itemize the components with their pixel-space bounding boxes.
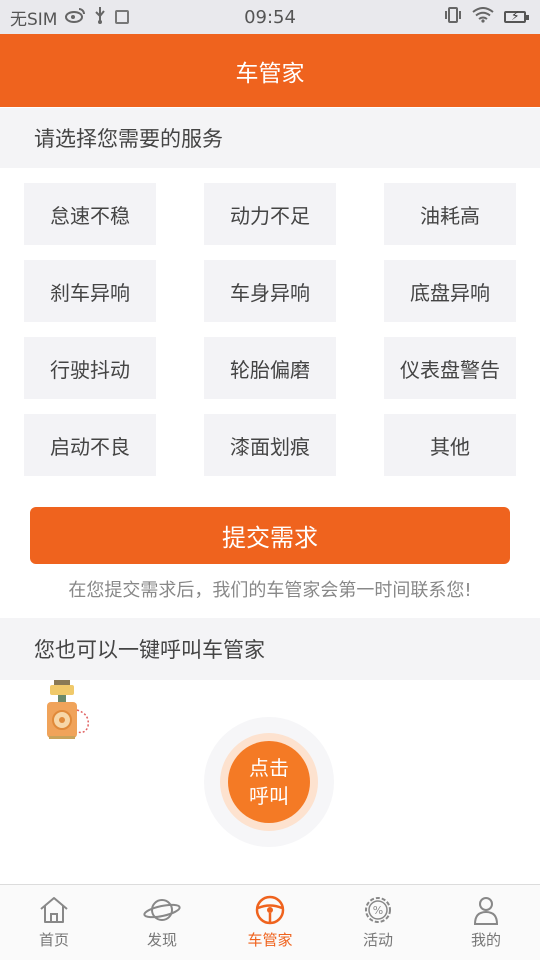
- submit-request-button[interactable]: 提交需求: [30, 507, 510, 564]
- tab-home-label: 首页: [38, 931, 69, 949]
- tab-me[interactable]: 我的: [432, 885, 540, 960]
- service-option[interactable]: 启动不良: [24, 414, 156, 476]
- status-right: ⚡: [444, 0, 529, 34]
- service-option[interactable]: 仪表盘警告: [384, 337, 516, 399]
- service-option[interactable]: 漆面划痕: [204, 414, 336, 476]
- services-section-title: 请选择您需要的服务: [0, 108, 540, 168]
- tab-discover-label: 发现: [146, 931, 177, 949]
- service-option[interactable]: 动力不足: [204, 183, 336, 245]
- tab-activities-label: 活动: [362, 931, 393, 949]
- app-header: 车管家: [0, 34, 540, 107]
- tab-me-label: 我的: [470, 931, 501, 949]
- steering-wheel-icon: [255, 895, 285, 925]
- home-icon: [40, 897, 68, 923]
- call-section-title: 您也可以一键呼叫车管家: [0, 618, 540, 680]
- tab-home[interactable]: 首页: [0, 885, 108, 960]
- planet-icon: [143, 899, 181, 921]
- tab-discover[interactable]: 发现: [108, 885, 216, 960]
- vibrate-icon: [444, 7, 462, 27]
- bottom-tab-bar: 首页 发现 车管家 % 活动 我的: [0, 884, 540, 960]
- service-option[interactable]: 轮胎偏磨: [204, 337, 336, 399]
- percent-gear-icon: %: [365, 897, 391, 923]
- service-option[interactable]: 行驶抖动: [24, 337, 156, 399]
- service-option[interactable]: 油耗高: [384, 183, 516, 245]
- call-button[interactable]: 点击 呼叫: [228, 741, 310, 823]
- tab-activities[interactable]: % 活动: [324, 885, 432, 960]
- service-option[interactable]: 底盘异响: [384, 260, 516, 322]
- service-option[interactable]: 怠速不稳: [24, 183, 156, 245]
- status-bar: 无SIM 09:54 ⚡: [0, 0, 540, 34]
- user-icon: [473, 897, 499, 925]
- svg-text:%: %: [373, 904, 383, 917]
- call-button-line2: 呼叫: [249, 784, 289, 808]
- wifi-icon: [472, 7, 494, 27]
- telephone-illustration-icon: [44, 680, 94, 740]
- service-option[interactable]: 其他: [384, 414, 516, 476]
- tab-car-manager-label: 车管家: [247, 931, 293, 949]
- service-option[interactable]: 刹车异响: [24, 260, 156, 322]
- battery-charging-icon: ⚡: [504, 9, 529, 23]
- submit-hint-text: 在您提交需求后，我们的车管家会第一时间联系您!: [68, 580, 472, 601]
- service-option[interactable]: 车身异响: [204, 260, 336, 322]
- tab-car-manager[interactable]: 车管家: [216, 885, 324, 960]
- call-button-line1: 点击: [249, 756, 289, 780]
- page-title: 车管家: [235, 60, 305, 87]
